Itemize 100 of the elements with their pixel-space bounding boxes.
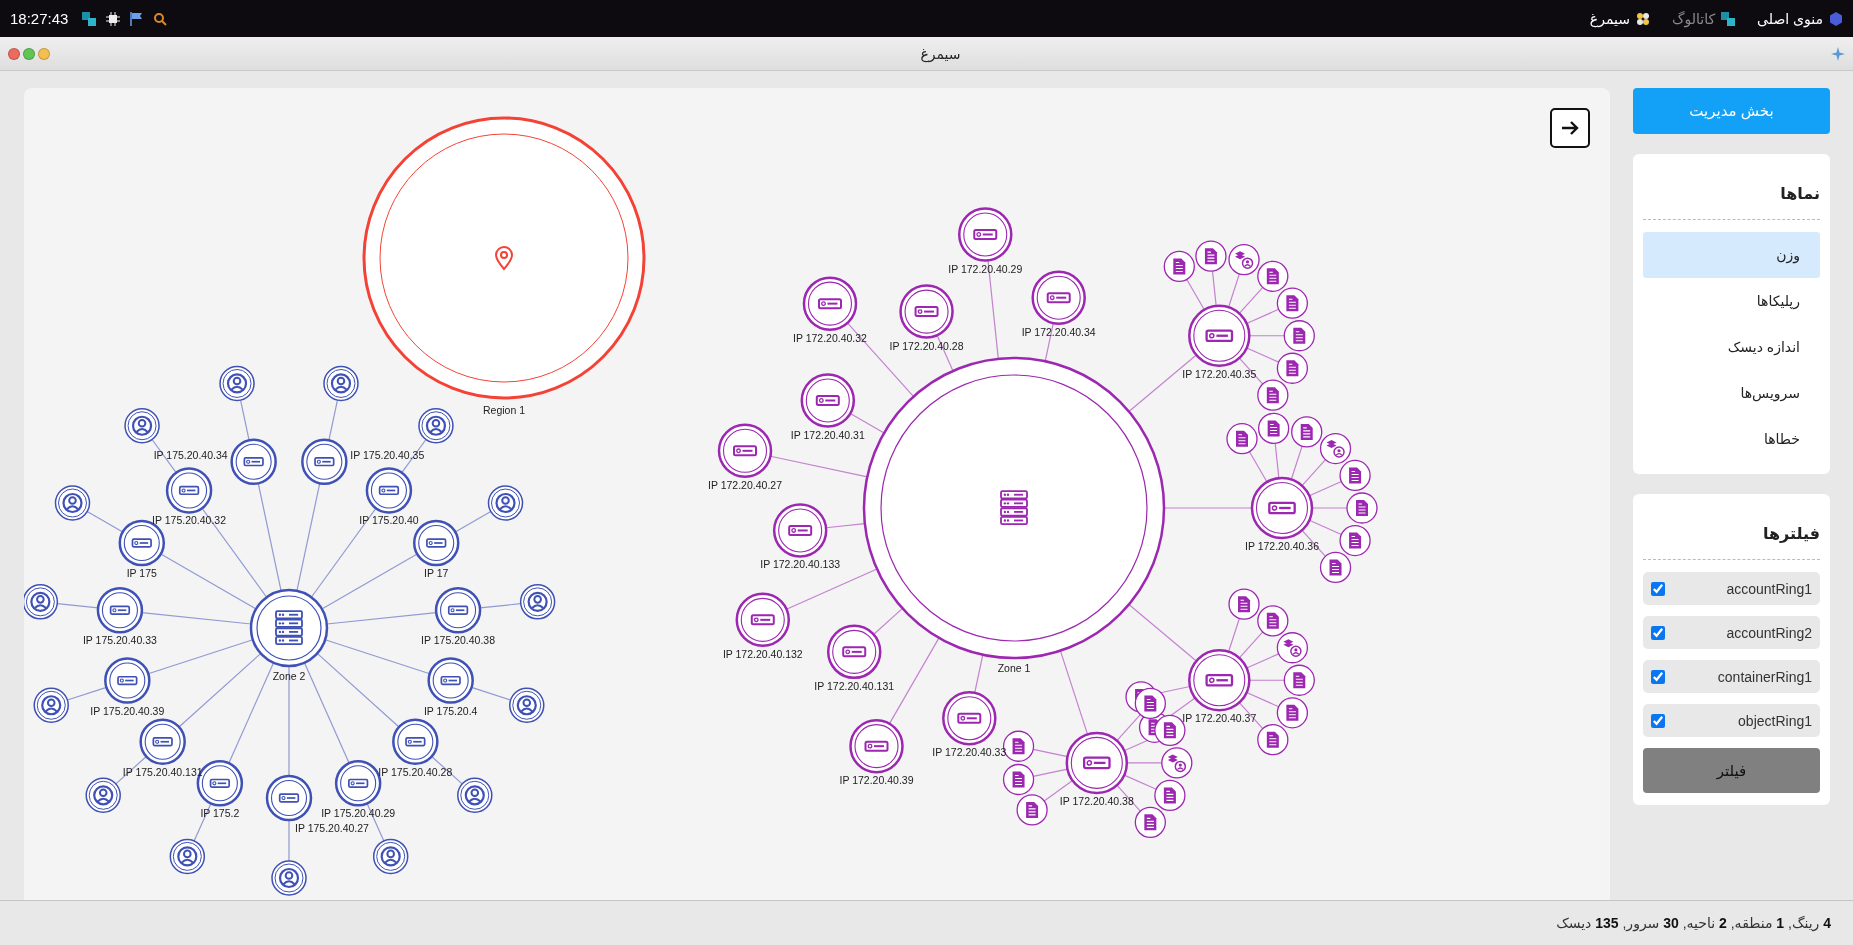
view-item[interactable]: اندازه دیسک [1643, 324, 1820, 370]
user-icon [516, 695, 537, 716]
search-icon[interactable] [153, 11, 168, 26]
node-label: IP 175.20.40.28 [378, 765, 453, 778]
close-button[interactable] [8, 47, 20, 60]
server-icon [209, 778, 230, 788]
node-label: IP 175.20.40.27 [295, 822, 369, 834]
node-label: IP 175.20.4 [423, 704, 478, 717]
server-icon [117, 675, 138, 686]
node-label: IP 172.20.40.33 [932, 746, 1007, 759]
connector-line [1311, 507, 1348, 509]
chip-icon[interactable] [106, 11, 121, 26]
node-label: IP 17 [424, 567, 449, 579]
region-label: Region 1 [483, 404, 525, 416]
server-icon [914, 306, 939, 318]
menu-item[interactable]: منوی اصلی [1757, 8, 1843, 29]
connector-line [1211, 270, 1217, 307]
maximize-button[interactable] [23, 47, 35, 60]
arrow-button[interactable] [1550, 108, 1590, 148]
node-label: IP 175.20.40.38 [421, 634, 496, 647]
cubes-user-icon [1235, 251, 1254, 269]
filter-checkbox[interactable] [1651, 713, 1665, 728]
window-title: سیمرغ [920, 45, 961, 62]
connector-line [86, 510, 124, 533]
zone-label: Zone 2 [272, 670, 306, 682]
view-item[interactable]: رپلیکاها [1643, 278, 1820, 324]
node-label: IP 172.20.40.35 [1182, 367, 1257, 380]
filter-checkbox[interactable] [1651, 669, 1665, 684]
server-icon [314, 457, 335, 467]
node-label: IP 172.20.40.32 [793, 331, 867, 344]
sparkle-icon [1831, 46, 1845, 61]
user-icon [527, 591, 548, 612]
server-icon [243, 457, 264, 467]
server-icon [447, 605, 469, 615]
connector-line [1248, 451, 1268, 483]
filter-label: accountRing2 [1726, 624, 1812, 641]
user-icon [177, 846, 198, 867]
node-label: IP 172.20.40.36 [1245, 540, 1319, 552]
server-rack-icon [1000, 490, 1028, 526]
node-label: IP 175.20.40.35 [350, 448, 425, 461]
server-icon [973, 229, 998, 240]
cubes-user-icon [1283, 639, 1302, 657]
filter-label: objectRing1 [1738, 712, 1812, 729]
server-icon [750, 614, 775, 626]
user-icon [380, 846, 401, 867]
server-icon [348, 778, 369, 788]
filter-button[interactable]: فیلتر [1643, 748, 1820, 793]
server-icon [1268, 501, 1296, 515]
server-icon [818, 298, 842, 310]
filter-checkbox[interactable] [1651, 625, 1665, 640]
node-label: IP 172.20.40.31 [790, 428, 865, 441]
node-label: IP 172.20.40.28 [889, 339, 964, 352]
user-icon [93, 785, 114, 806]
document-icon [1144, 814, 1157, 831]
document-icon [1144, 695, 1157, 712]
zone-label: Zone 1 [997, 662, 1031, 674]
squares-icon[interactable] [82, 11, 97, 26]
server-icon [1082, 756, 1111, 770]
node-label: IP 175.20.40.29 [321, 807, 396, 820]
user-icon [131, 415, 153, 436]
server-icon [864, 740, 889, 752]
view-item[interactable]: خطاها [1643, 416, 1820, 462]
document-icon [1286, 360, 1299, 377]
node-label: IP 172.20.40.34 [1021, 325, 1096, 338]
view-item[interactable]: وزن [1643, 232, 1820, 278]
node-label: IP 175.20.40.33 [82, 634, 157, 647]
connector-line [193, 802, 212, 842]
server-icon [426, 538, 447, 548]
document-icon [1286, 295, 1299, 312]
filter-label: containerRing1 [1717, 668, 1812, 685]
server-rack-icon [275, 610, 303, 646]
server-icon [815, 395, 840, 406]
connector-line [1274, 442, 1280, 479]
server-icon [405, 737, 426, 747]
server-icon [788, 524, 813, 536]
user-icon [278, 867, 300, 889]
menu-item[interactable]: سیمرغ [1589, 8, 1650, 29]
server-icon [1205, 329, 1234, 343]
server-icon [1046, 292, 1071, 304]
card-title: فیلترها [1761, 524, 1820, 545]
user-icon [425, 415, 447, 436]
cubes-user-icon [1167, 754, 1187, 773]
node-label: IP 172.20.40.131 [814, 679, 895, 692]
user-icon [30, 591, 51, 612]
node-label: IP 172.20.40.133 [760, 558, 841, 571]
flag-icon[interactable] [130, 11, 144, 26]
connector-line [454, 510, 492, 533]
squares-icon [1721, 11, 1736, 26]
connector-line [1186, 278, 1205, 311]
document-icon [1356, 500, 1368, 516]
server-icon [842, 646, 867, 658]
cube-icon [1829, 11, 1843, 26]
connector-line [1032, 768, 1069, 777]
view-item[interactable]: سرویس‌ها [1643, 370, 1820, 416]
server-icon [1205, 673, 1234, 687]
user-icon [495, 492, 516, 514]
server-icon [152, 737, 173, 747]
filter-checkbox[interactable] [1651, 581, 1665, 596]
connector-line [1032, 748, 1069, 758]
node-label: IP 172.20.40.27 [708, 478, 782, 491]
